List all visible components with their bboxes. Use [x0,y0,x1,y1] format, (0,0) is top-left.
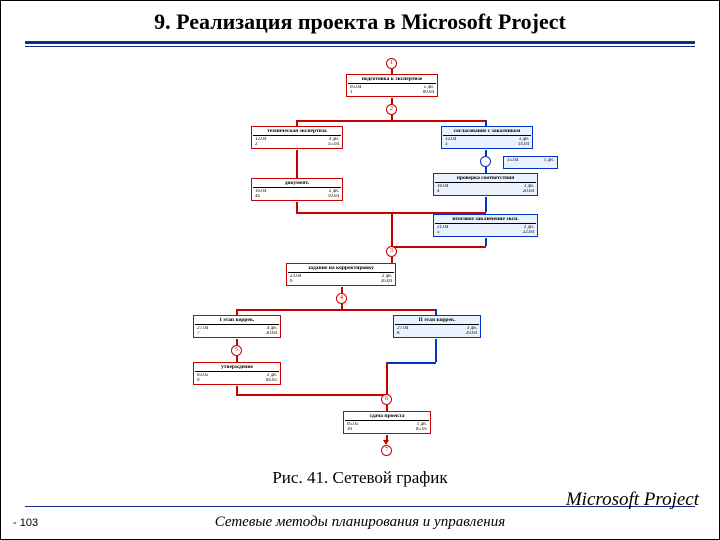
task-fin: 09.04 [421,90,436,95]
task-id: 3 [443,142,450,147]
slide-title: 9. Реализация проекта в Microsoft Projec… [1,9,719,35]
connector [236,394,386,396]
node-4: 4 [336,293,347,304]
task-box: подготовка к экспертизе 05.045 дн. 109.0… [346,74,438,97]
task-fin: 30.04 [264,331,279,336]
network-diagram: 1 подготовка к экспертизе 05.045 дн. 109… [181,56,571,461]
task-title: I этап коррек. [195,317,279,325]
task-box: согласование с заказчиком 12.043 дн. 314… [441,126,533,149]
task-id: 2 [253,142,260,147]
task-id: 7 [195,331,202,336]
task-id: 4a [253,194,262,199]
connector [435,339,437,362]
task-box: утверждение 03.052 дн. 904.05 [193,362,281,385]
connector [296,120,486,122]
task-box: техническая экспертиза 12.044 дн. 215.04 [251,126,343,149]
task-title: сдача проекта [345,413,429,421]
footer-right-text: Microsoft Project [566,489,699,511]
connector [236,309,436,311]
task-box-small: 15.04 1 дн. [503,156,558,169]
task-dur: 1 дн. [542,158,556,163]
connector [236,386,238,394]
task-box: сдача проекта 05.051 дн. 1005.05 [343,411,431,434]
task-fin: 04.05 [264,378,279,383]
figure-caption: Рис. 41. Сетевой график [1,468,719,488]
task-box: II этап коррек. 27.043 дн. 829.04 [393,315,481,338]
node-1: 1 [386,58,397,69]
task-title: задание на корректировку [288,265,394,273]
task-id: 9 [195,378,202,383]
task-id: 10 [345,427,354,432]
task-id: 6 [288,279,295,284]
connector [296,202,298,212]
task-title: подготовка к экспертизе [348,76,436,84]
node-6: 6 [381,394,392,405]
task-id: 5 [435,230,442,235]
task-box: итоговое заключение эксп. 21.042 дн. 522… [433,214,538,237]
task-fin: 14.04 [516,142,531,147]
task-id: 4 [435,189,442,194]
connector [485,238,487,246]
connector [386,362,388,394]
task-box: документ. 16.042 дн. 4a19.04 [251,178,343,201]
task-title: проверка соответствия [435,175,536,183]
task-fin: 15.04 [326,142,341,147]
node-2: 2 [386,104,397,115]
title-underline [25,41,695,47]
footer-center-text: Сетевые методы планирования и управления [1,514,719,531]
node-3: 3 [386,246,397,257]
connector [391,212,393,246]
task-fin: 05.05 [414,427,429,432]
task-title: II этап коррек. [395,317,479,325]
task-title: итоговое заключение эксп. [435,216,536,224]
task-fin: 20.04 [521,189,536,194]
node-5: 5 [231,345,242,356]
task-fin: 19.04 [326,194,341,199]
connector [386,362,436,364]
task-box: проверка соответствия 16.043 дн. 420.04 [433,173,538,196]
task-start: 15.04 [505,158,520,163]
task-id: 1 [348,90,355,95]
task-title: утверждение [195,364,279,372]
connector [485,197,487,212]
connector [391,246,486,248]
task-id: 8 [395,331,402,336]
task-fin: 26.04 [379,279,394,284]
task-title: согласование с заказчиком [443,128,531,136]
task-box: задание на корректировку 23.042 дн. 626.… [286,263,396,286]
connector [296,150,298,178]
task-title: техническая экспертиза [253,128,341,136]
task-box: I этап коррек. 27.044 дн. 730.04 [193,315,281,338]
task-title: документ. [253,180,341,188]
task-fin: 22.04 [521,230,536,235]
node-ext [480,156,491,167]
task-fin: 29.04 [464,331,479,336]
node-7: 7 [381,445,392,456]
